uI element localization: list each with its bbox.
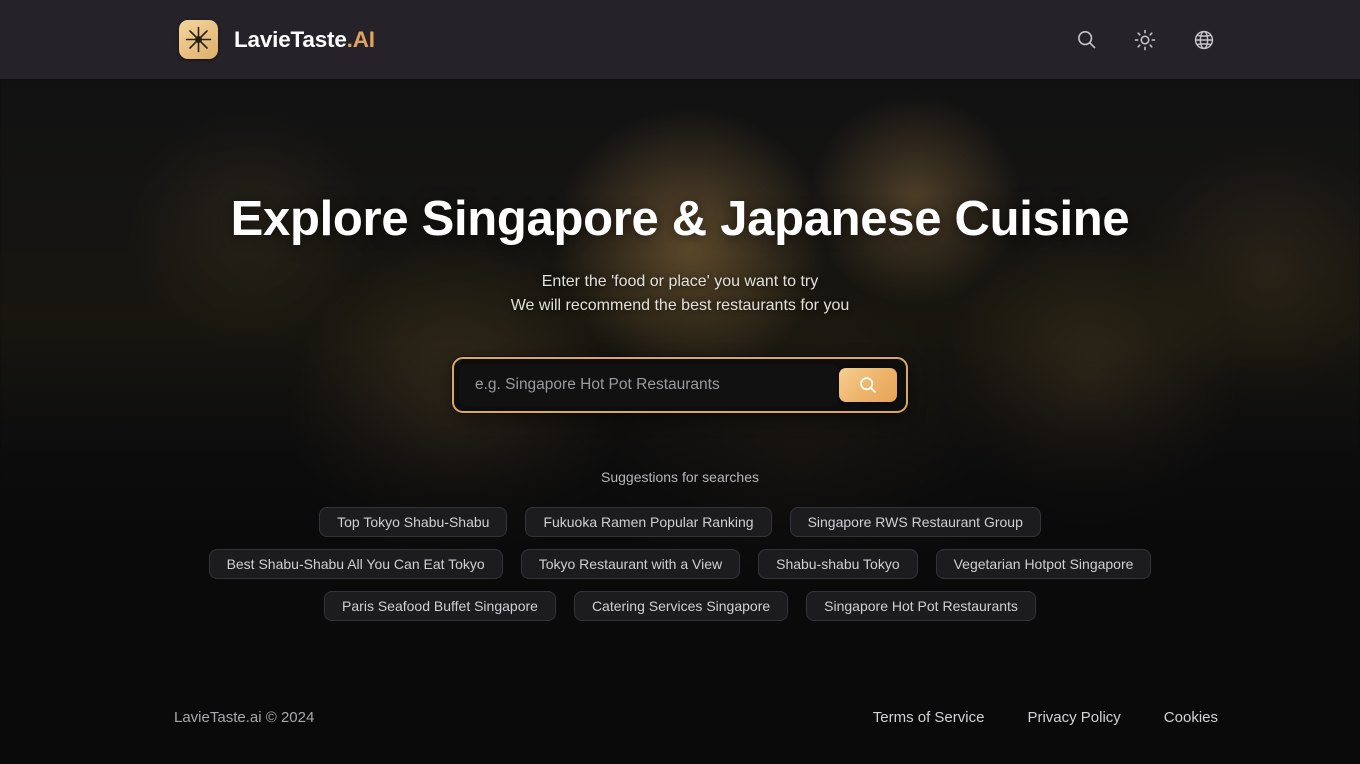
header-actions	[1073, 27, 1217, 53]
suggestion-chip[interactable]: Vegetarian Hotpot Singapore	[935, 549, 1152, 580]
suggestion-chip[interactable]: Shabu-shabu Tokyo	[758, 549, 918, 580]
hero-subtitle-line-1: Enter the 'food or place' you want to tr…	[541, 273, 819, 291]
search-field[interactable]	[459, 364, 839, 407]
search-icon	[858, 375, 878, 395]
page-title: Explore Singapore & Japanese Cuisine	[230, 192, 1130, 246]
footer-link-privacy-policy[interactable]: Privacy Policy	[1027, 709, 1120, 726]
globe-icon[interactable]	[1191, 27, 1217, 53]
footer-link-cookies[interactable]: Cookies	[1164, 709, 1218, 726]
copyright-text: LavieTaste.ai © 2024	[174, 708, 315, 726]
site-header: LavieTaste.AI	[0, 0, 1360, 79]
search-submit-button[interactable]	[839, 368, 897, 403]
suggestion-chip-row: Top Tokyo Shabu-Shabu Fukuoka Ramen Popu…	[319, 507, 1041, 538]
suggestion-chip[interactable]: Top Tokyo Shabu-Shabu	[319, 507, 508, 538]
page-root: LavieTaste.AI Explore Singapore & Japane…	[0, 0, 1360, 764]
brand-name: LavieTaste.AI	[234, 27, 375, 53]
search-input[interactable]	[475, 376, 839, 395]
hero-subtitle-line-2: We will recommend the best restaurants f…	[510, 297, 850, 315]
footer-link-terms-of-service[interactable]: Terms of Service	[873, 709, 985, 726]
suggestion-chip[interactable]: Tokyo Restaurant with a View	[520, 549, 741, 580]
suggestions-label: Suggestions for searches	[601, 469, 759, 486]
starburst-logo-icon	[179, 20, 218, 59]
site-footer: LavieTaste.ai © 2024 Terms of Service Pr…	[0, 670, 1360, 764]
brand-logo[interactable]: LavieTaste.AI	[179, 20, 375, 59]
search-icon[interactable]	[1073, 27, 1099, 53]
suggestion-chip[interactable]: Singapore RWS Restaurant Group	[789, 507, 1041, 538]
suggestion-chip[interactable]: Fukuoka Ramen Popular Ranking	[525, 507, 772, 538]
hero-subtitle: Enter the 'food or place' you want to tr…	[511, 270, 850, 318]
brand-name-suffix: .AI	[346, 26, 375, 52]
suggestion-chip[interactable]: Catering Services Singapore	[573, 591, 789, 622]
suggestion-chip-row: Best Shabu-Shabu All You Can Eat Tokyo T…	[208, 549, 1152, 580]
suggestion-chip[interactable]: Best Shabu-Shabu All You Can Eat Tokyo	[208, 549, 503, 580]
hero-section: Explore Singapore & Japanese Cuisine Ent…	[0, 79, 1360, 670]
suggestion-chip-rows: Top Tokyo Shabu-Shabu Fukuoka Ramen Popu…	[175, 507, 1185, 622]
hero-content: Explore Singapore & Japanese Cuisine Ent…	[0, 79, 1360, 622]
suggestion-chip-row: Paris Seafood Buffet Singapore Catering …	[324, 591, 1036, 622]
suggestion-chip[interactable]: Singapore Hot Pot Restaurants	[806, 591, 1036, 622]
footer-links: Terms of Service Privacy Policy Cookies	[873, 709, 1218, 726]
sun-icon[interactable]	[1132, 27, 1158, 53]
suggestion-chip[interactable]: Paris Seafood Buffet Singapore	[324, 591, 556, 622]
brand-name-primary: LavieTaste	[234, 26, 347, 52]
search-bar[interactable]	[452, 357, 908, 414]
